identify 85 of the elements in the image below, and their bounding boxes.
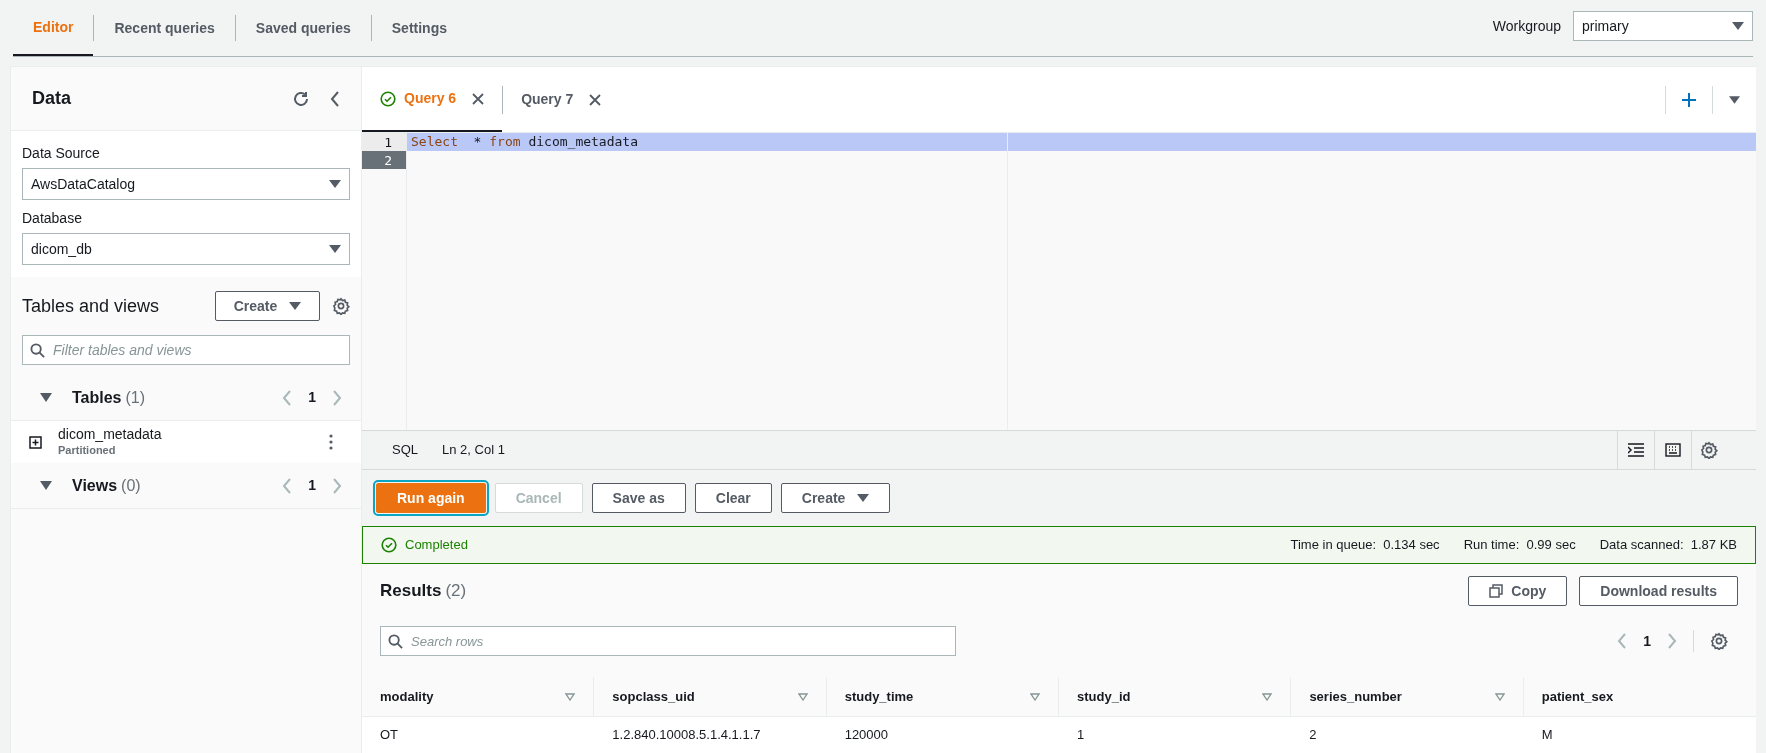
table-cell-text: OT <box>379 726 400 745</box>
workgroup-label: Workgroup <box>1492 16 1561 36</box>
search-icon <box>30 343 45 358</box>
tab[interactable]: Recent queries <box>94 0 235 56</box>
caret-down-icon <box>289 302 302 310</box>
check-circle-icon <box>380 90 396 107</box>
table-cell-text: M <box>1540 726 1554 745</box>
section-count: (0) <box>121 475 141 496</box>
search-icon <box>388 634 403 649</box>
copy-button[interactable]: Copy <box>1468 576 1568 606</box>
caret-down-icon <box>1732 22 1744 30</box>
settings-icon[interactable] <box>1710 632 1728 650</box>
section-count: (1) <box>125 387 146 408</box>
keyboard-icon[interactable] <box>1665 443 1681 457</box>
workgroup-select[interactable]: primary <box>1573 11 1753 41</box>
close-icon[interactable] <box>472 92 485 105</box>
more-options-icon[interactable] <box>329 434 333 450</box>
column-header[interactable]: patient_sex <box>1541 686 1614 707</box>
section-title: Views <box>72 475 118 496</box>
caret-down-icon <box>329 180 341 188</box>
page-number: 1 <box>308 388 316 407</box>
section-title: Tables <box>72 387 122 408</box>
tab[interactable]: Settings <box>371 0 467 56</box>
sort-icon[interactable] <box>565 692 576 701</box>
caret-down-icon <box>857 494 870 502</box>
field-label: Data Source <box>22 144 101 163</box>
refresh-icon[interactable] <box>292 89 310 108</box>
column-header[interactable]: study_time <box>844 686 914 707</box>
status-text: Completed <box>405 536 468 555</box>
sort-icon[interactable] <box>1494 692 1505 701</box>
table-cell-text: 1.2.840.10008.5.1.4.1.1.7 <box>611 726 762 745</box>
search-rows-field[interactable]: Search rows <box>380 626 956 656</box>
table-cell-text: 2 <box>1308 726 1318 745</box>
table-cell-text: 120000 <box>843 726 890 745</box>
cursor-position: Ln 2, Col 1 <box>442 441 505 460</box>
column-header[interactable]: modality <box>380 686 434 707</box>
code-line: Select * from dicom_metadata <box>411 133 638 152</box>
panel-title: Data <box>32 87 71 110</box>
copy-icon <box>1489 584 1504 598</box>
page-number: 1 <box>308 476 316 495</box>
sort-icon[interactable] <box>1262 692 1273 701</box>
action-button[interactable]: Save as <box>591 483 686 513</box>
caret-down-icon[interactable] <box>1729 95 1740 104</box>
chevron-left-icon[interactable] <box>330 90 340 107</box>
caret-down-icon[interactable] <box>40 392 52 403</box>
results-count: (2) <box>445 580 467 603</box>
section-title: Tables and views <box>22 294 160 318</box>
run-stat: Time in queue: 0.134 sec <box>1290 536 1440 555</box>
line-number: 1 <box>362 133 406 151</box>
column-header[interactable]: series_number <box>1309 686 1402 707</box>
sort-icon[interactable] <box>1030 692 1041 701</box>
table-note: Partitioned <box>58 443 117 458</box>
table-item[interactable]: dicom_metadata Partitioned <box>11 421 361 463</box>
add-icon[interactable] <box>1682 92 1696 107</box>
data-source-select[interactable]: AwsDataCatalog <box>22 168 350 200</box>
sort-icon[interactable] <box>797 692 808 701</box>
column-header[interactable]: study_id <box>1077 686 1131 707</box>
line-number: 2 <box>362 151 406 169</box>
expand-plus-icon[interactable] <box>29 435 42 449</box>
check-circle-icon <box>381 537 397 553</box>
code-editor[interactable]: 1 2 Select * from dicom_metadata <box>362 133 1756 430</box>
action-button[interactable]: Create <box>780 483 891 513</box>
page-number: 1 <box>1643 631 1651 651</box>
filter-field[interactable]: Filter tables and views <box>22 335 350 365</box>
indent-icon[interactable] <box>1628 443 1644 457</box>
section-header[interactable]: Views (0) 1 <box>11 463 361 509</box>
table-cell-text: 1 <box>1076 726 1086 745</box>
tab[interactable]: Saved queries <box>235 0 371 56</box>
run-stat: Run time: 0.99 sec <box>1463 536 1576 555</box>
database-select[interactable]: dicom_db <box>22 233 350 265</box>
run-stat: Data scanned: 1.87 KB <box>1599 536 1737 555</box>
action-button[interactable]: Clear <box>694 483 772 513</box>
settings-icon[interactable] <box>1700 441 1718 459</box>
column-header[interactable]: sopclass_uid <box>612 686 695 707</box>
results-title: Results <box>380 580 442 603</box>
caret-down-icon <box>329 245 341 253</box>
query-tab[interactable]: Query 7 <box>503 67 620 132</box>
download-results-button[interactable]: Download results <box>1579 576 1738 606</box>
settings-icon[interactable] <box>332 297 350 315</box>
create-button[interactable]: Create <box>215 291 320 321</box>
caret-down-icon[interactable] <box>40 480 52 491</box>
table-name: dicom_metadata <box>58 426 162 444</box>
language-label: SQL <box>392 441 418 460</box>
close-icon[interactable] <box>589 93 602 106</box>
field-label: Database <box>22 209 83 228</box>
